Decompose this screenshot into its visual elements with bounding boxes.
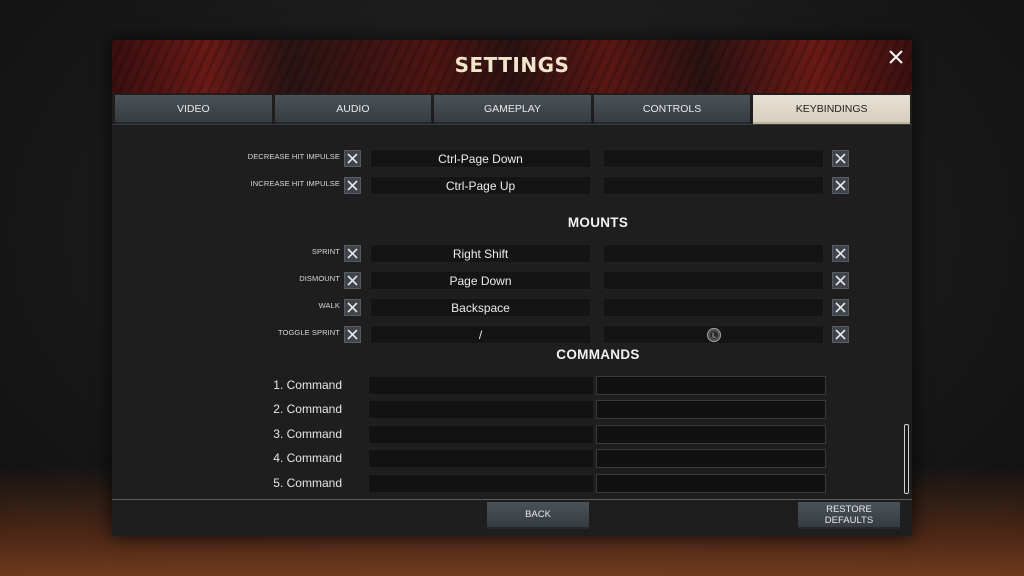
command-text-field[interactable]: [368, 474, 594, 493]
command-text-field[interactable]: [368, 425, 594, 444]
secondary-key-field[interactable]: [603, 149, 824, 168]
command-label: 3. Command: [273, 427, 342, 441]
command-label: 1. Command: [273, 378, 342, 392]
clear-secondary-button[interactable]: [832, 150, 849, 167]
keybind-label: DECREASE HIT IMPULSE: [247, 152, 340, 161]
clear-primary-button[interactable]: [344, 177, 361, 194]
command-binding-field[interactable]: [596, 425, 826, 444]
tabs-divider: [112, 124, 912, 125]
footer-divider: [112, 499, 912, 500]
clear-x-icon: [347, 248, 358, 259]
settings-panel: SETTINGS VIDEO AUDIO GAMEPLAY CONTROLS K…: [112, 40, 912, 536]
restore-label-line1: RESTORE: [826, 503, 872, 515]
primary-key-field[interactable]: Backspace: [370, 298, 591, 317]
secondary-key-field[interactable]: [603, 271, 824, 290]
clear-primary-button[interactable]: [344, 245, 361, 262]
clear-x-icon: [347, 329, 358, 340]
primary-key-field[interactable]: Right Shift: [370, 244, 591, 263]
clear-x-icon: [347, 302, 358, 313]
command-text-field[interactable]: [368, 400, 594, 419]
clear-x-icon: [347, 275, 358, 286]
keybind-row: DECREASE HIT IMPULSE Ctrl-Page Down: [112, 149, 912, 168]
close-button[interactable]: [886, 47, 906, 67]
clear-x-icon: [347, 180, 358, 191]
tab-keybindings[interactable]: KEYBINDINGS: [753, 95, 910, 124]
section-title-text: MOUNTS: [567, 215, 629, 230]
keybind-row: DISMOUNT Page Down: [112, 271, 912, 290]
command-label: 2. Command: [273, 402, 342, 416]
keybind-row: SPRINT Right Shift: [112, 244, 912, 263]
keybind-label: INCREASE HIT IMPULSE: [250, 179, 340, 188]
command-row: 1. Command: [112, 376, 912, 395]
gamepad-L-icon: L: [706, 327, 721, 342]
restore-defaults-button[interactable]: RESTORE DEFAULTS: [798, 502, 900, 529]
primary-key-field[interactable]: Ctrl-Page Up: [370, 176, 591, 195]
clear-x-icon: [835, 275, 846, 286]
clear-secondary-button[interactable]: [832, 299, 849, 316]
primary-key-field[interactable]: Page Down: [370, 271, 591, 290]
scrollbar-thumb[interactable]: [904, 424, 909, 494]
command-row: 3. Command: [112, 425, 912, 444]
command-text-field[interactable]: [368, 449, 594, 468]
command-row: 5. Command: [112, 474, 912, 493]
secondary-key-field[interactable]: [603, 176, 824, 195]
command-row: 2. Command: [112, 400, 912, 419]
secondary-key-field[interactable]: [603, 298, 824, 317]
clear-secondary-button[interactable]: [832, 177, 849, 194]
keybind-label: SPRINT: [311, 247, 340, 256]
command-text-field[interactable]: [368, 376, 594, 395]
back-button-label: BACK: [525, 509, 551, 520]
keybind-label: TOGGLE SPRINT: [277, 328, 340, 337]
tab-controls[interactable]: CONTROLS: [593, 95, 751, 124]
restore-label-line2: DEFAULTS: [824, 514, 874, 526]
keybind-label: DISMOUNT: [299, 274, 340, 283]
clear-primary-button[interactable]: [344, 150, 361, 167]
clear-x-icon: [835, 329, 846, 340]
clear-x-icon: [347, 153, 358, 164]
clear-primary-button[interactable]: [344, 299, 361, 316]
clear-primary-button[interactable]: [344, 326, 361, 343]
keybind-label: WALK: [318, 301, 340, 310]
clear-x-icon: [835, 248, 846, 259]
back-button[interactable]: BACK: [487, 502, 589, 529]
command-label: 5. Command: [273, 476, 342, 490]
close-icon: [889, 50, 903, 64]
clear-x-icon: [835, 302, 846, 313]
scrollbar[interactable]: [904, 144, 910, 495]
tab-bar: VIDEO AUDIO GAMEPLAY CONTROLS KEYBINDING…: [115, 95, 910, 124]
page-title: SETTINGS: [454, 53, 570, 77]
command-binding-field[interactable]: [596, 474, 826, 493]
command-binding-field[interactable]: [596, 376, 826, 395]
tab-video[interactable]: VIDEO: [115, 95, 272, 124]
tab-gameplay[interactable]: GAMEPLAY: [434, 95, 591, 124]
section-title-text: COMMANDS: [556, 347, 640, 362]
clear-secondary-button[interactable]: [832, 272, 849, 289]
primary-key-field[interactable]: /: [370, 325, 591, 344]
keybind-row: TOGGLE SPRINT / L: [112, 325, 912, 344]
command-label: 4. Command: [273, 451, 342, 465]
primary-key-field[interactable]: Ctrl-Page Down: [370, 149, 591, 168]
command-binding-field[interactable]: [596, 400, 826, 419]
secondary-key-field[interactable]: [603, 244, 824, 263]
tab-audio[interactable]: AUDIO: [274, 95, 432, 124]
command-binding-field[interactable]: [596, 449, 826, 468]
command-row: 4. Command: [112, 449, 912, 468]
clear-x-icon: [835, 153, 846, 164]
keybind-row: INCREASE HIT IMPULSE Ctrl-Page Up: [112, 176, 912, 195]
clear-secondary-button[interactable]: [832, 245, 849, 262]
keybindings-list: DECREASE HIT IMPULSE Ctrl-Page Down INCR…: [112, 126, 912, 498]
clear-x-icon: [835, 180, 846, 191]
clear-primary-button[interactable]: [344, 272, 361, 289]
svg-text:L: L: [712, 331, 716, 339]
keybind-row: WALK Backspace: [112, 298, 912, 317]
secondary-key-field[interactable]: L: [603, 325, 824, 344]
clear-secondary-button[interactable]: [832, 326, 849, 343]
